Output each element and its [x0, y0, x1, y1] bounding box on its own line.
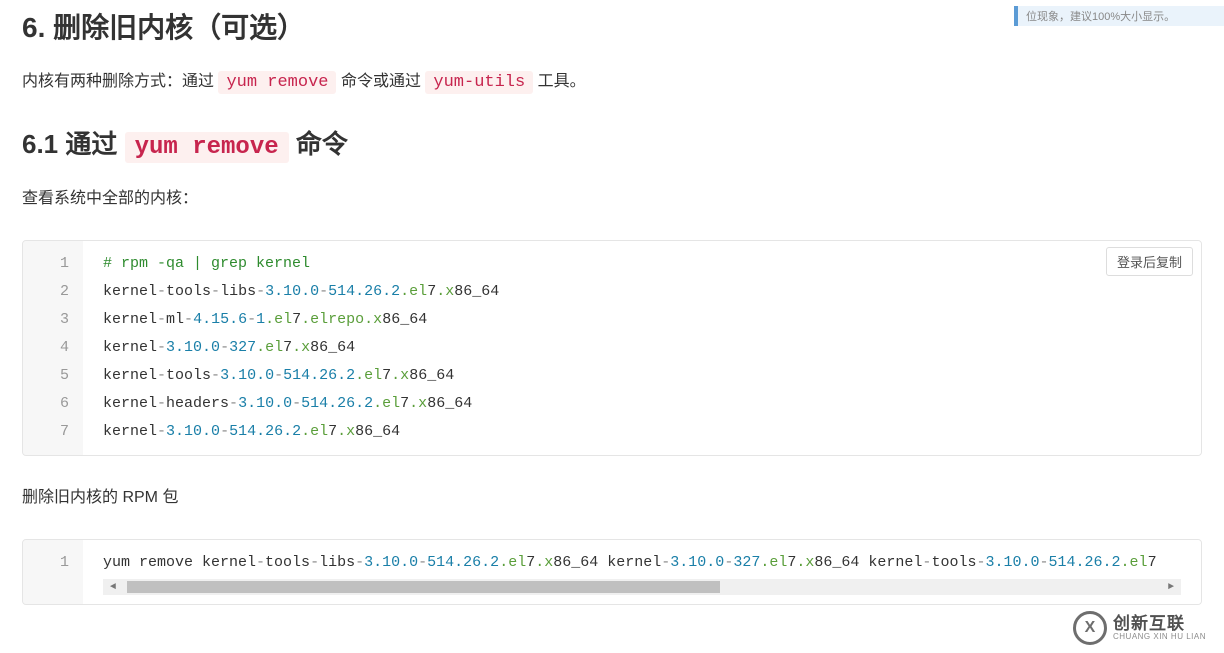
copy-button[interactable]: 登录后复制 — [1106, 247, 1193, 276]
horizontal-scrollbar[interactable]: ◄ ► — [103, 579, 1181, 595]
section-heading-text: 6. 删除旧内核（可选） — [22, 12, 305, 43]
subsection-suffix: 命令 — [296, 129, 348, 159]
logo-mark-icon: X — [1073, 611, 1107, 645]
partial-notice-box: 位现象，建议100%大小显示。 — [1014, 6, 1224, 26]
brand-logo: X 创新互联 CHUANG XIN HU LIAN — [1073, 611, 1206, 645]
code-line: kernel-3.10.0-514.26.2.el7.x86_64 — [103, 418, 1181, 446]
logo-text-en: CHUANG XIN HU LIAN — [1113, 633, 1206, 641]
lead-paragraph: 查看系统中全部的内核： — [22, 185, 1202, 212]
code-line: # rpm -qa | grep kernel — [103, 250, 1181, 278]
scroll-left-arrow-icon[interactable]: ◄ — [105, 579, 121, 595]
intro-paragraph: 内核有两种删除方式：通过 yum remove 命令或通过 yum-utils … — [22, 68, 1202, 98]
code-line: kernel-3.10.0-327.el7.x86_64 — [103, 334, 1181, 362]
inline-code-yum-remove: yum remove — [218, 71, 336, 94]
code-line: kernel-tools-3.10.0-514.26.2.el7.x86_64 — [103, 362, 1181, 390]
notice-text: 位现象，建议100%大小显示。 — [1026, 11, 1175, 23]
logo-text-cn: 创新互联 — [1113, 615, 1206, 633]
code-body[interactable]: yum remove kernel-tools-libs-3.10.0-514.… — [83, 540, 1201, 604]
code-block-yum-remove: 1 yum remove kernel-tools-libs-3.10.0-51… — [22, 539, 1202, 605]
code-block-rpm-list: 登录后复制 1234567 # rpm -qa | grep kernelker… — [22, 240, 1202, 456]
subsection-inline-code: yum remove — [125, 132, 289, 163]
code-line: kernel-ml-4.15.6-1.el7.elrepo.x86_64 — [103, 306, 1181, 334]
intro-text-2: 命令或通过 — [341, 73, 425, 90]
scroll-right-arrow-icon[interactable]: ► — [1163, 579, 1179, 595]
line-gutter: 1234567 — [23, 241, 83, 455]
subsection-heading: 6.1 通过 yum remove 命令 — [22, 124, 1202, 161]
subsection-prefix: 6.1 通过 — [22, 129, 125, 159]
scrollbar-thumb[interactable] — [127, 581, 720, 593]
code-line: kernel-headers-3.10.0-514.26.2.el7.x86_6… — [103, 390, 1181, 418]
code-line: yum remove kernel-tools-libs-3.10.0-514.… — [103, 549, 1181, 577]
line-gutter: 1 — [23, 540, 83, 604]
code-body[interactable]: # rpm -qa | grep kernelkernel-tools-libs… — [83, 241, 1201, 455]
intro-text-3: 工具。 — [538, 73, 586, 90]
mid-paragraph: 删除旧内核的 RPM 包 — [22, 484, 1202, 511]
intro-text-1: 内核有两种删除方式：通过 — [22, 73, 218, 90]
code-line: kernel-tools-libs-3.10.0-514.26.2.el7.x8… — [103, 278, 1181, 306]
inline-code-yum-utils: yum-utils — [425, 71, 533, 94]
